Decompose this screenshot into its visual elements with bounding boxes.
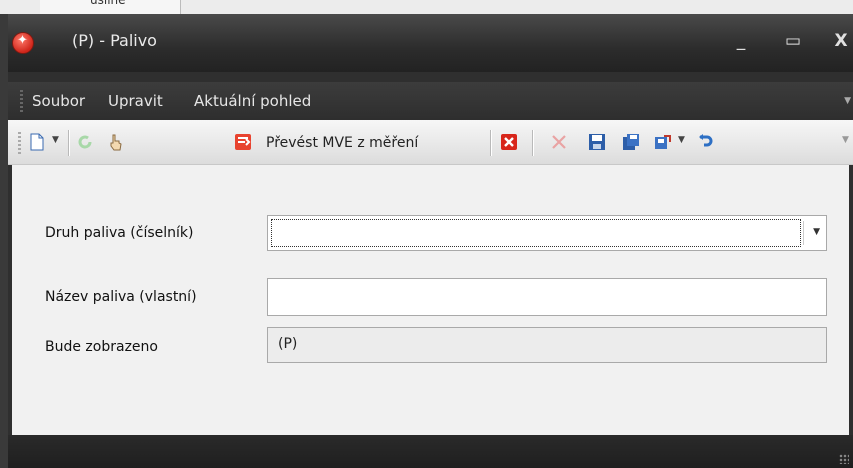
background-left-edge <box>0 14 8 468</box>
fuel-name-label: Název paliva (vlastní) <box>45 289 197 305</box>
background-window-edge: usline <box>0 0 853 14</box>
status-bar <box>8 435 853 468</box>
menu-aktualni-pohled[interactable]: Aktuální pohled <box>194 92 311 110</box>
export-icon[interactable] <box>654 133 672 151</box>
title-bar[interactable]: (P) - Palivo _ ▭ X <box>8 14 853 72</box>
menu-grip[interactable] <box>20 90 23 112</box>
form-panel: Druh paliva (číselník) ▼ Název paliva (v… <box>12 165 849 435</box>
background-window-tab: usline <box>40 0 181 14</box>
prevest-icon <box>234 133 252 151</box>
toolbar: ▼ Převést MVE z měření ▼ ▼ <box>8 120 853 165</box>
menu-overflow-icon[interactable]: ▼ <box>844 96 851 106</box>
new-dropdown-icon[interactable]: ▼ <box>52 135 59 145</box>
maximize-button[interactable]: ▭ <box>782 28 804 54</box>
hand-pointer-icon[interactable] <box>106 133 124 151</box>
minimize-button[interactable]: _ <box>730 28 752 54</box>
display-value: (P) <box>278 336 298 352</box>
new-document-icon[interactable] <box>28 133 46 151</box>
toolbar-separator <box>68 130 70 156</box>
close-button[interactable]: X <box>830 28 852 54</box>
fuel-type-combobox[interactable]: ▼ <box>267 215 827 251</box>
toolbar-separator <box>490 130 492 156</box>
refresh-icon[interactable] <box>76 133 94 151</box>
palivo-window: (P) - Palivo _ ▭ X Soubor Upravit Aktuál… <box>8 14 853 468</box>
menu-upravit[interactable]: Upravit <box>108 92 163 110</box>
undo-icon[interactable] <box>696 133 714 151</box>
fuel-name-input[interactable] <box>267 278 827 316</box>
prevest-mve-label: Převést MVE z měření <box>266 135 419 151</box>
display-value-field: (P) <box>267 327 827 363</box>
chevron-down-icon[interactable]: ▼ <box>813 227 820 237</box>
save-all-icon[interactable] <box>622 133 640 151</box>
toolbar-grip[interactable] <box>18 132 21 154</box>
toolbar-separator <box>532 130 534 156</box>
display-label: Bude zobrazeno <box>45 339 158 355</box>
fuel-type-value <box>271 219 801 247</box>
resize-grip-icon[interactable] <box>839 454 849 464</box>
background-peek-text: usline <box>90 0 126 7</box>
app-icon[interactable] <box>12 32 34 54</box>
save-icon[interactable] <box>588 133 606 151</box>
window-title: (P) - Palivo <box>72 31 157 50</box>
cancel-x-icon[interactable] <box>550 133 568 151</box>
toolbar-overflow-icon[interactable]: ▼ <box>842 135 849 145</box>
combo-divider <box>803 221 804 245</box>
delete-red-icon[interactable] <box>500 133 518 151</box>
fuel-type-label: Druh paliva (číselník) <box>45 225 194 241</box>
menu-bar: Soubor Upravit Aktuální pohled ▼ <box>8 82 853 120</box>
menu-soubor[interactable]: Soubor <box>32 92 85 110</box>
export-dropdown-icon[interactable]: ▼ <box>678 135 685 145</box>
